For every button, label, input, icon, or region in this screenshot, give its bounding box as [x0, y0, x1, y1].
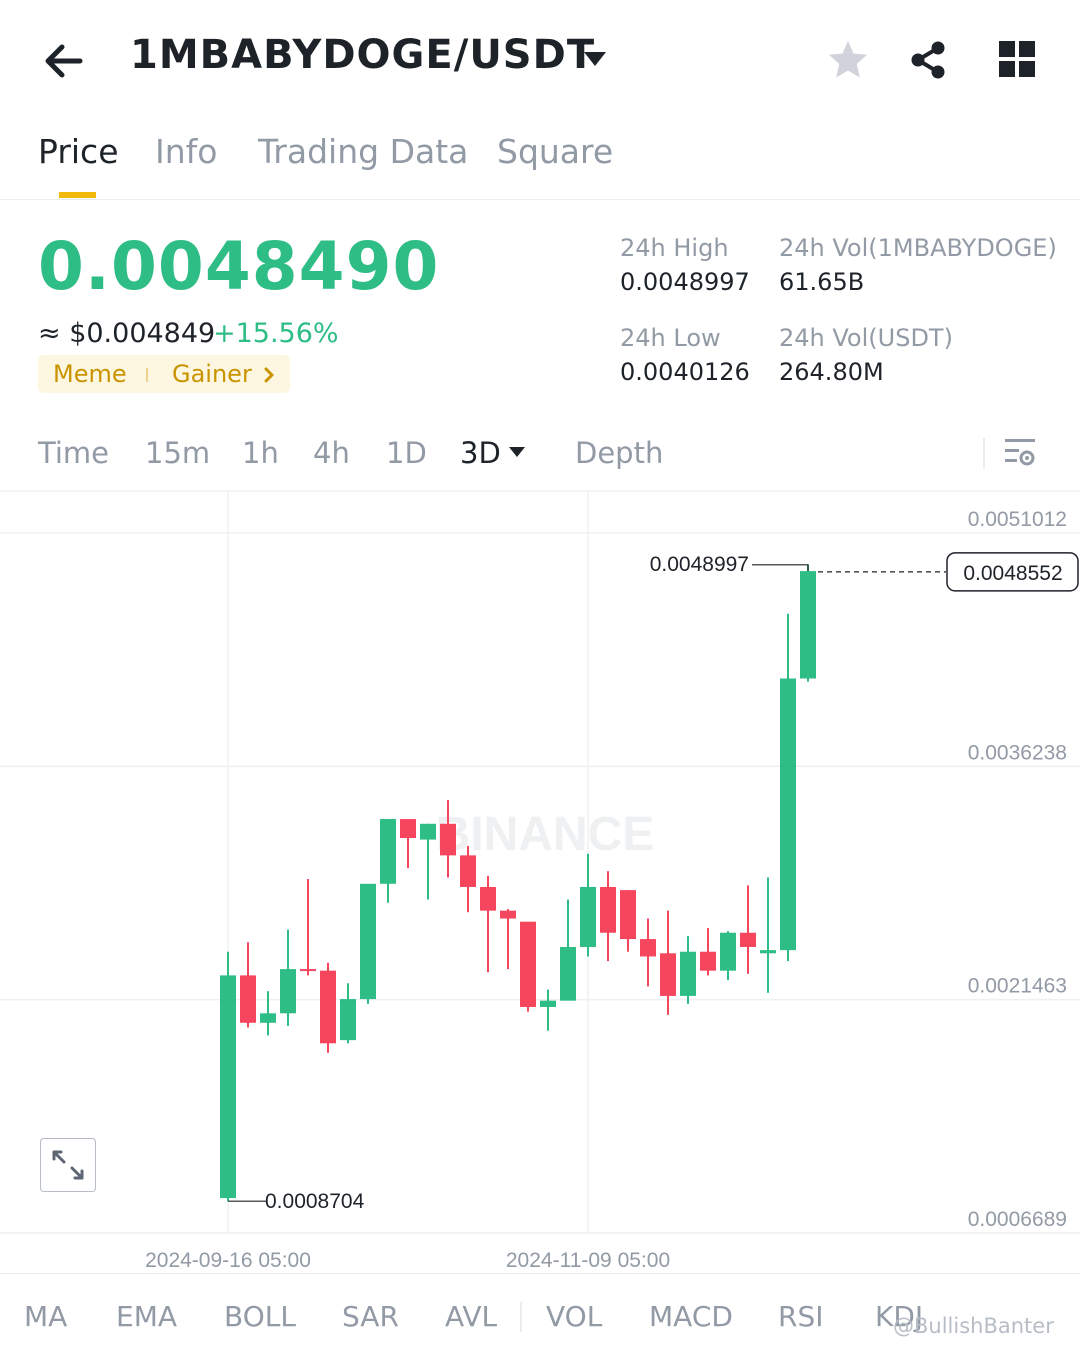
tab-info[interactable]: Info	[155, 132, 217, 171]
usd-price: ≈ $0.004849	[38, 318, 216, 349]
trading-pair-title[interactable]: 1MBABYDOGE/USDT	[130, 32, 595, 78]
candle-up	[380, 819, 396, 884]
candle-up	[580, 886, 596, 947]
candle-up	[760, 950, 776, 954]
y-tick-label: 0.0006689	[968, 1208, 1067, 1231]
indicator-ema[interactable]: EMA	[116, 1300, 177, 1333]
candle-down	[640, 939, 656, 957]
tabs-divider	[0, 199, 1080, 200]
active-tab-indicator	[59, 192, 96, 198]
high-value: 0.0048997	[620, 268, 750, 296]
back-arrow-icon[interactable]	[40, 38, 86, 84]
chevron-right-icon[interactable]	[262, 366, 276, 384]
x-axis: 2024-09-16 05:00 2024-11-09 05:00	[145, 1249, 670, 1272]
interval-time[interactable]: Time	[38, 436, 109, 470]
grid-icon[interactable]	[998, 40, 1036, 78]
interval-3d[interactable]: 3D	[460, 436, 501, 470]
share-icon[interactable]	[906, 38, 950, 82]
last-price: 0.0048490	[38, 228, 440, 305]
candle-up	[220, 975, 236, 1199]
candle-down	[240, 975, 256, 1023]
candle-up	[420, 823, 436, 840]
indicator-separator	[520, 1302, 522, 1332]
low-label: 24h Low	[620, 324, 721, 352]
vol-quote-value: 264.80M	[779, 358, 884, 386]
y-tick-label: 0.0051012	[968, 508, 1067, 531]
indicator-ma[interactable]: MA	[24, 1300, 67, 1333]
vol-quote-label: 24h Vol(USDT)	[779, 324, 953, 352]
tab-trading-data[interactable]: Trading Data	[258, 132, 468, 171]
watermark-handle: @BullishBanter	[893, 1314, 1054, 1338]
high-label: 24h High	[620, 234, 729, 262]
candle-down	[480, 886, 496, 911]
indicator-rsi[interactable]: RSI	[778, 1300, 824, 1333]
candle-down	[460, 855, 476, 887]
candle-up	[720, 932, 736, 971]
indicator-boll[interactable]: BOLL	[224, 1300, 296, 1333]
y-axis: 0.0051012 0.0036238 0.0021463 0.0006689	[968, 508, 1067, 1231]
indicator-vol[interactable]: VOL	[546, 1300, 602, 1333]
min-price-label: 0.0008704	[265, 1190, 365, 1213]
candle-up	[280, 969, 296, 1014]
candle-down	[320, 970, 336, 1044]
y-tick-label: 0.0021463	[968, 975, 1067, 998]
max-marker-line	[752, 564, 809, 571]
candle-down	[700, 951, 716, 971]
candle-down	[520, 921, 536, 1007]
price-change-percent: +15.56%	[213, 318, 339, 349]
chart-grid	[0, 492, 1080, 1234]
chart-annotations: 0.0048997 0.0008704 0.0048552	[228, 552, 1079, 1213]
candle-up	[680, 951, 696, 996]
caret-down-icon[interactable]	[582, 50, 608, 68]
max-price-label: 0.0048997	[650, 553, 749, 576]
candle-up	[780, 678, 796, 951]
candle-down	[440, 823, 456, 856]
y-tick-label: 0.0036238	[968, 741, 1067, 764]
candle-down	[500, 910, 516, 919]
tab-price[interactable]: Price	[38, 132, 119, 171]
low-value: 0.0040126	[620, 358, 750, 386]
candle-up	[540, 1000, 556, 1007]
candlestick-chart[interactable]: BINANCE 0.00510120.00362380.00214630.000…	[0, 492, 1080, 1272]
tag-separator	[146, 368, 148, 382]
candle-up	[360, 883, 376, 1000]
interval-4h[interactable]: 4h	[313, 436, 350, 470]
tag-gainer[interactable]: Gainer	[172, 360, 252, 388]
candle-up	[260, 1013, 276, 1023]
x-tick-label: 2024-09-16 05:00	[145, 1249, 311, 1272]
candle-down	[300, 969, 316, 972]
caret-down-icon[interactable]	[508, 446, 526, 458]
candle-down	[600, 886, 616, 933]
current-price-label: 0.0048552	[963, 562, 1062, 585]
indicator-avl[interactable]: AVL	[445, 1300, 497, 1333]
candle-down	[400, 819, 416, 838]
interval-1d[interactable]: 1D	[386, 436, 427, 470]
candles	[220, 564, 816, 1202]
candle-up	[340, 999, 356, 1041]
interval-depth[interactable]: Depth	[575, 436, 663, 470]
indicator-bar-divider	[0, 1273, 1080, 1274]
vol-base-value: 61.65B	[779, 268, 865, 296]
interval-1h[interactable]: 1h	[242, 436, 279, 470]
candle-down	[740, 932, 756, 947]
expand-chart-icon[interactable]	[40, 1138, 96, 1192]
vol-base-label: 24h Vol(1MBABYDOGE)	[779, 234, 1057, 262]
candle-down	[660, 953, 676, 996]
candle-up	[560, 946, 576, 1001]
chart-settings-icon[interactable]	[1003, 436, 1037, 470]
star-icon[interactable]	[826, 38, 870, 82]
indicator-macd[interactable]: MACD	[649, 1300, 733, 1333]
x-tick-label: 2024-11-09 05:00	[506, 1249, 670, 1272]
interval-separator	[983, 438, 985, 468]
indicator-sar[interactable]: SAR	[342, 1300, 399, 1333]
interval-15m[interactable]: 15m	[145, 436, 210, 470]
tag-meme[interactable]: Meme	[53, 360, 127, 388]
candle-down	[620, 890, 636, 940]
tab-square[interactable]: Square	[497, 132, 613, 171]
candle-up	[800, 571, 816, 679]
